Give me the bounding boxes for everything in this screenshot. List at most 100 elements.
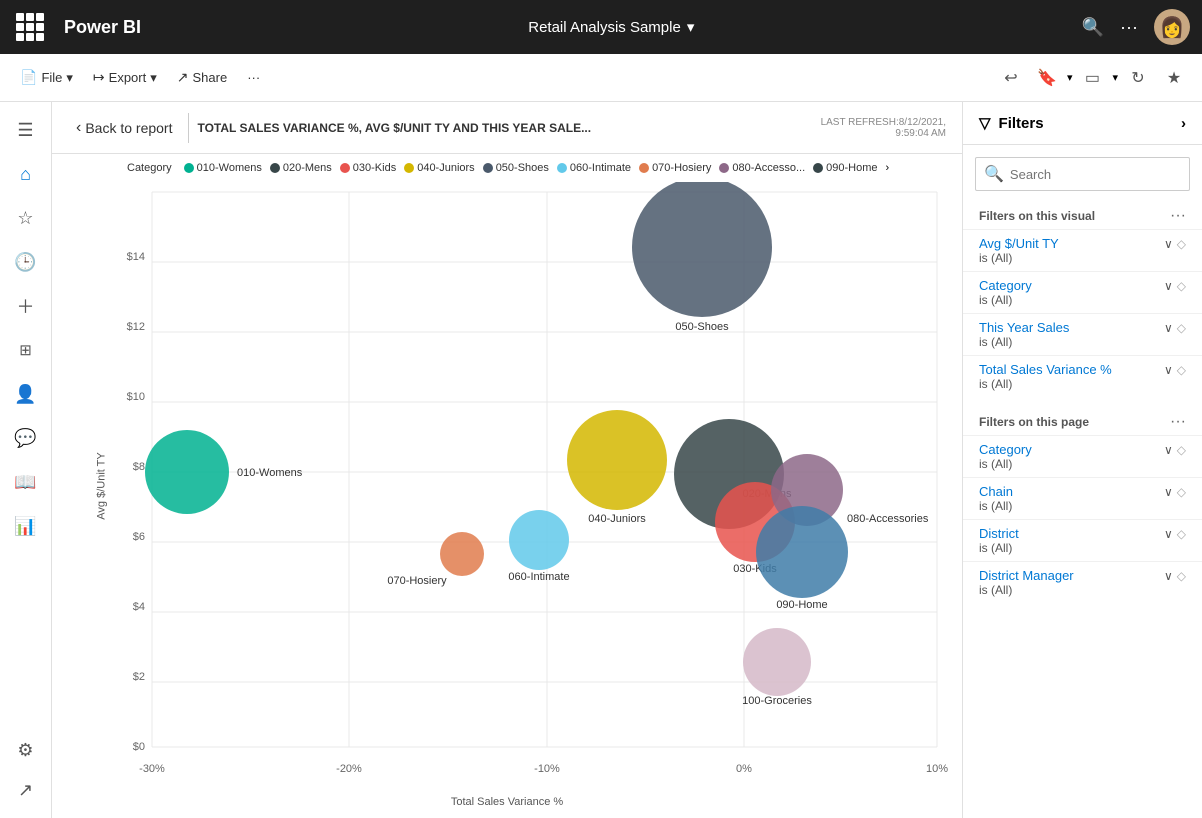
sidebar-item-favorites[interactable]: ☆ (6, 198, 46, 238)
view-button[interactable]: ▭ (1076, 62, 1108, 94)
page-filter-clear-3[interactable]: ◇ (1177, 569, 1186, 583)
legend-item-accessories: 080-Accesso... (719, 162, 805, 174)
file-chevron-icon: ▾ (66, 70, 73, 86)
file-button[interactable]: 📄 File ▾ (12, 65, 81, 90)
legend-dot-shoes (483, 163, 493, 173)
filter-value-3: is (All) (979, 377, 1186, 391)
page-filter-name-1[interactable]: Chain (979, 484, 1013, 499)
search-box[interactable]: 🔍 (975, 157, 1190, 191)
page-filter-clear-1[interactable]: ◇ (1177, 485, 1186, 499)
page-filter-item-3: District Manager ∨ ◇ is (All) (963, 561, 1202, 603)
search-input[interactable] (1010, 167, 1186, 182)
bubble-intimate[interactable] (509, 510, 569, 570)
bubble-hosiery[interactable] (440, 532, 484, 576)
svg-text:$6: $6 (133, 531, 145, 543)
user-avatar[interactable]: 👩 (1154, 9, 1190, 45)
legend-item-juniors: 040-Juniors (404, 162, 474, 174)
filter-clear-1[interactable]: ◇ (1177, 279, 1186, 293)
page-filter-item-1: Chain ∨ ◇ is (All) (963, 477, 1202, 519)
sidebar-item-chat[interactable]: 💬 (6, 418, 46, 458)
filter-name-2[interactable]: This Year Sales (979, 320, 1069, 335)
filter-name-1[interactable]: Category (979, 278, 1032, 293)
bookmark-chevron[interactable]: ▾ (1067, 71, 1073, 84)
bubble-juniors[interactable] (567, 410, 667, 510)
refresh-button[interactable]: ↻ (1122, 62, 1154, 94)
favorite-button[interactable]: ★ (1158, 62, 1190, 94)
filter-clear-3[interactable]: ◇ (1177, 363, 1186, 377)
svg-text:$0: $0 (133, 741, 145, 753)
sidebar-item-create[interactable]: ＋ (6, 286, 46, 326)
visual-header: ‹ Back to report TOTAL SALES VARIANCE %,… (52, 102, 962, 154)
toolbar-more-button[interactable]: ··· (239, 66, 268, 89)
svg-text:$14: $14 (127, 251, 145, 263)
page-filter-name-3[interactable]: District Manager (979, 568, 1074, 583)
filter-expand-0[interactable]: ∨ (1164, 237, 1173, 251)
filter-expand-1[interactable]: ∨ (1164, 279, 1173, 293)
svg-text:060-Intimate: 060-Intimate (508, 571, 569, 583)
legend-category-label: Category (127, 162, 172, 174)
filter-icon: ▽ (979, 114, 991, 132)
page-filter-value-3: is (All) (979, 583, 1186, 597)
legend-dot-mens (270, 163, 280, 173)
back-to-report-button[interactable]: ‹ Back to report (68, 115, 180, 141)
page-filter-expand-3[interactable]: ∨ (1164, 569, 1173, 583)
sidebar-item-learn[interactable]: 📖 (6, 462, 46, 502)
filter-clear-0[interactable]: ◇ (1177, 237, 1186, 251)
visual-title: TOTAL SALES VARIANCE %, AVG $/UNIT TY AN… (197, 121, 812, 135)
page-filter-clear-0[interactable]: ◇ (1177, 443, 1186, 457)
export-button[interactable]: ↦ Export ▾ (85, 65, 165, 90)
filter-value-0: is (All) (979, 251, 1186, 265)
legend-dot-accessories (719, 163, 729, 173)
sidebar-item-people[interactable]: 👤 (6, 374, 46, 414)
sidebar-item-home[interactable]: ⌂ (6, 154, 46, 194)
filters-expand-icon[interactable]: › (1181, 115, 1186, 132)
title-chevron-icon[interactable]: ▾ (687, 18, 695, 36)
search-icon[interactable]: 🔍 (1082, 17, 1104, 38)
more-options-icon[interactable]: ··· (1120, 17, 1138, 38)
visual-filter-item-2: This Year Sales ∨ ◇ is (All) (963, 313, 1202, 355)
legend-dot-hosiery (639, 163, 649, 173)
filter-name-3[interactable]: Total Sales Variance % (979, 362, 1112, 377)
sidebar-item-admin[interactable]: ⚙ (6, 730, 46, 770)
filter-expand-2[interactable]: ∨ (1164, 321, 1173, 335)
visual-filters-list: Avg $/Unit TY ∨ ◇ is (All) Category ∨ ◇ … (963, 229, 1202, 397)
page-filter-expand-0[interactable]: ∨ (1164, 443, 1173, 457)
sidebar-item-metrics[interactable]: 📊 (6, 506, 46, 546)
export-chevron-icon: ▾ (150, 70, 157, 86)
filter-expand-3[interactable]: ∨ (1164, 363, 1173, 377)
sidebar-item-external[interactable]: ↗ (6, 770, 46, 810)
filter-name-0[interactable]: Avg $/Unit TY (979, 236, 1059, 251)
legend-item-home: 090-Home (813, 162, 877, 174)
sidebar-bottom: ⚙ ↗ (6, 730, 46, 810)
page-filter-expand-2[interactable]: ∨ (1164, 527, 1173, 541)
legend-nav-right[interactable]: › (886, 162, 890, 174)
report-title: Retail Analysis Sample ▾ (153, 18, 1070, 36)
legend-dot-juniors (404, 163, 414, 173)
grid-icon (16, 13, 44, 41)
page-filter-name-2[interactable]: District (979, 526, 1019, 541)
page-filter-name-0[interactable]: Category (979, 442, 1032, 457)
sidebar-item-recent[interactable]: 🕒 (6, 242, 46, 282)
filter-clear-2[interactable]: ◇ (1177, 321, 1186, 335)
legend-dot-womens (184, 163, 194, 173)
left-sidebar: ☰ ⌂ ☆ 🕒 ＋ ⊞ 👤 💬 📖 📊 ⚙ ↗ (0, 102, 52, 818)
bubble-shoes[interactable] (632, 182, 772, 317)
sidebar-item-apps[interactable]: ⊞ (6, 330, 46, 370)
filter-header-2: This Year Sales ∨ ◇ (979, 320, 1186, 335)
sidebar-item-menu[interactable]: ☰ (6, 110, 46, 150)
page-filter-clear-2[interactable]: ◇ (1177, 527, 1186, 541)
bookmark-button[interactable]: 🔖 (1031, 62, 1063, 94)
view-chevron[interactable]: ▾ (1112, 71, 1118, 84)
page-filter-expand-1[interactable]: ∨ (1164, 485, 1173, 499)
bubble-womens[interactable] (145, 430, 229, 514)
page-filter-item-0: Category ∨ ◇ is (All) (963, 435, 1202, 477)
bubble-home[interactable] (756, 506, 848, 598)
bubble-groceries[interactable] (743, 628, 811, 696)
svg-text:10%: 10% (926, 763, 948, 775)
app-launcher-button[interactable] (12, 9, 48, 45)
undo-button[interactable]: ↩ (995, 62, 1027, 94)
y-axis-label: Avg $/Unit TY (96, 452, 108, 519)
share-button[interactable]: ↗ Share (169, 65, 235, 90)
page-filters-more-icon[interactable]: ··· (1170, 413, 1186, 431)
visual-filters-more-icon[interactable]: ··· (1170, 207, 1186, 225)
